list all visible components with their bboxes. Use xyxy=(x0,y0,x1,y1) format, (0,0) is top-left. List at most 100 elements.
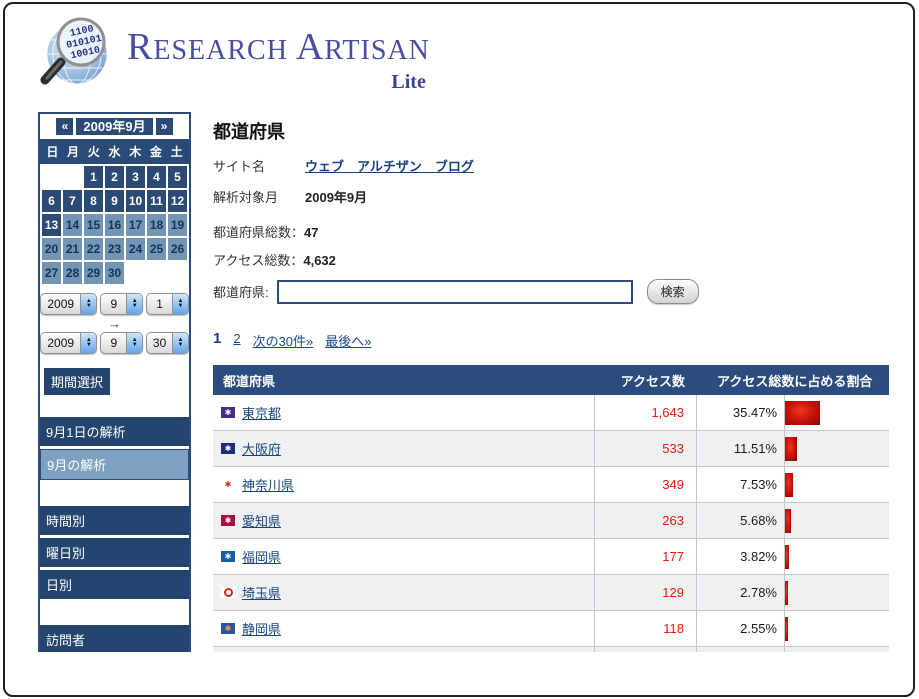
calendar-day-3[interactable]: 3 xyxy=(126,166,145,188)
access-share-cell: 11.51% xyxy=(697,431,785,466)
calendar-day-11[interactable]: 11 xyxy=(147,190,166,212)
calendar-empty-cell xyxy=(63,166,82,188)
calendar-day-2[interactable]: 2 xyxy=(105,166,124,188)
table-body: ✱東京都1,64335.47%✱大阪府53311.51%✱神奈川県3497.53… xyxy=(213,395,889,652)
calendar-day-20: 20 xyxy=(42,238,61,260)
prefecture-table: 都道府県 アクセス数 アクセス総数に占める割合 ✱東京都1,64335.47%✱… xyxy=(213,365,889,652)
share-bar-cell xyxy=(785,395,889,430)
period-from-day-select[interactable]: 1▲▼ xyxy=(146,293,189,315)
site-name-row: サイト名 ウェブ アルチザン ブログ xyxy=(213,156,891,175)
site-name-link[interactable]: ウェブ アルチザン ブログ xyxy=(305,156,474,175)
prefecture-cell: ✱ 静岡県 xyxy=(213,611,595,646)
access-count-cell: 116 xyxy=(595,647,697,652)
calendar-day-30: 30 xyxy=(105,262,124,284)
calendar-day-27: 27 xyxy=(42,262,61,284)
prefecture-link[interactable]: 埼玉県 xyxy=(242,583,281,602)
share-bar-cell xyxy=(785,611,889,646)
access-count-cell: 263 xyxy=(595,503,697,538)
prefecture-flag-icon: ✱ xyxy=(221,623,235,634)
share-bar xyxy=(785,401,820,425)
weekday-label: 月 xyxy=(63,143,84,160)
sidebar-menu-item[interactable]: 9月1日の解析 xyxy=(40,417,189,446)
weekday-label: 水 xyxy=(104,143,125,160)
calendar-day-6[interactable]: 6 xyxy=(42,190,61,212)
access-share-cell: 2.55% xyxy=(697,611,785,646)
period-to-month-select[interactable]: 9▲▼ xyxy=(100,332,143,354)
calendar-day-9[interactable]: 9 xyxy=(105,190,124,212)
menu-group-gap xyxy=(40,602,189,625)
pagination-link[interactable]: 次の30件» xyxy=(253,331,314,350)
stepper-icon: ▲▼ xyxy=(172,333,188,353)
calendar-empty-cell xyxy=(168,262,187,284)
calendar-day-12[interactable]: 12 xyxy=(168,190,187,212)
prefecture-link[interactable]: 東京都 xyxy=(242,403,281,422)
prefecture-link[interactable]: 福岡県 xyxy=(242,547,281,566)
stepper-icon: ▲▼ xyxy=(172,294,188,314)
calendar-day-17: 17 xyxy=(126,214,145,236)
calendar-day-19: 19 xyxy=(168,214,187,236)
sidebar-menu-item[interactable]: 9月の解析 xyxy=(40,449,189,480)
calendar-day-25: 25 xyxy=(147,238,166,260)
access-count-cell: 177 xyxy=(595,539,697,574)
share-bar-cell xyxy=(785,431,889,466)
period-select-button[interactable]: 期間選択 xyxy=(44,368,110,395)
calendar-day-4[interactable]: 4 xyxy=(147,166,166,188)
weekday-label: 金 xyxy=(146,143,167,160)
pagination-link[interactable]: 2 xyxy=(233,331,240,350)
calendar-day-22: 22 xyxy=(84,238,103,260)
calendar-day-8[interactable]: 8 xyxy=(84,190,103,212)
calendar-header: « 2009年9月 » xyxy=(40,114,189,139)
calendar-empty-cell xyxy=(126,262,145,284)
period-to-day-select[interactable]: 30▲▼ xyxy=(146,332,189,354)
access-share-cell: 35.47% xyxy=(697,395,785,430)
stepper-icon: ▲▼ xyxy=(80,333,96,353)
brand-text: RESEARCH ARTISAN Lite xyxy=(127,12,430,92)
header-access-share: アクセス総数に占める割合 xyxy=(697,371,872,390)
prefecture-flag-icon: ✱ xyxy=(221,479,235,490)
calendar-day-16: 16 xyxy=(105,214,124,236)
sidebar: « 2009年9月 » 日月火水木金土 12345678910111213141… xyxy=(38,112,191,652)
period-from-row: 2009▲▼ 9▲▼ 1▲▼ xyxy=(40,293,189,315)
prefecture-flag-icon xyxy=(221,587,235,598)
share-bar xyxy=(785,509,791,533)
period-to-year-select[interactable]: 2009▲▼ xyxy=(40,332,97,354)
prefecture-total-row: 都道府県総数：47 xyxy=(213,222,891,241)
prefecture-cell: ✱千葉県 xyxy=(213,647,595,652)
pagination: 1 2 次の30件» 最後へ» xyxy=(213,330,891,350)
pagination-link[interactable]: 最後へ» xyxy=(325,331,371,350)
period-from-year-select[interactable]: 2009▲▼ xyxy=(40,293,97,315)
prefecture-flag-icon: ✱ xyxy=(221,551,235,562)
calendar-day-7[interactable]: 7 xyxy=(63,190,82,212)
calendar-day-24: 24 xyxy=(126,238,145,260)
calendar-grid: 1234567891011121314151617181920212223242… xyxy=(40,164,189,286)
prefecture-link[interactable]: 愛知県 xyxy=(242,511,281,530)
table-row: ✱静岡県1182.55% xyxy=(213,611,889,647)
sidebar-menu-item[interactable]: 時間別 xyxy=(40,506,189,535)
brand-edition: Lite xyxy=(127,72,430,92)
calendar-prev-button[interactable]: « xyxy=(56,118,73,135)
calendar-empty-cell xyxy=(42,166,61,188)
weekday-label: 土 xyxy=(166,143,187,160)
period-from-month-select[interactable]: 9▲▼ xyxy=(100,293,143,315)
search-button[interactable]: 検索 xyxy=(647,279,699,304)
calendar-day-28: 28 xyxy=(63,262,82,284)
prefecture-search-input[interactable] xyxy=(277,280,633,304)
prefecture-link[interactable]: 大阪府 xyxy=(242,439,281,458)
table-row: ✱千葉県1162.5% xyxy=(213,647,889,652)
calendar-day-13[interactable]: 13 xyxy=(42,214,61,236)
calendar-day-1[interactable]: 1 xyxy=(84,166,103,188)
prefecture-link[interactable]: 静岡県 xyxy=(242,619,281,638)
calendar-next-button[interactable]: » xyxy=(156,118,173,135)
calendar-day-10[interactable]: 10 xyxy=(126,190,145,212)
pagination-current-page: 1 xyxy=(213,330,221,347)
app-window: 1100 010101 10010 RESEARCH ARTISAN Lite … xyxy=(3,2,915,697)
share-bar-cell xyxy=(785,575,889,610)
calendar-day-5[interactable]: 5 xyxy=(168,166,187,188)
period-to-row: 2009▲▼ 9▲▼ 30▲▼ xyxy=(40,332,189,354)
sidebar-menu-item[interactable]: 曜日別 xyxy=(40,538,189,567)
prefecture-link[interactable]: 神奈川県 xyxy=(242,475,294,494)
sidebar-menu-item[interactable]: 日別 xyxy=(40,570,189,599)
period-range-arrow: → xyxy=(40,317,189,330)
sidebar-menu-item[interactable]: 訪問者 xyxy=(40,625,189,652)
calendar-day-21: 21 xyxy=(63,238,82,260)
